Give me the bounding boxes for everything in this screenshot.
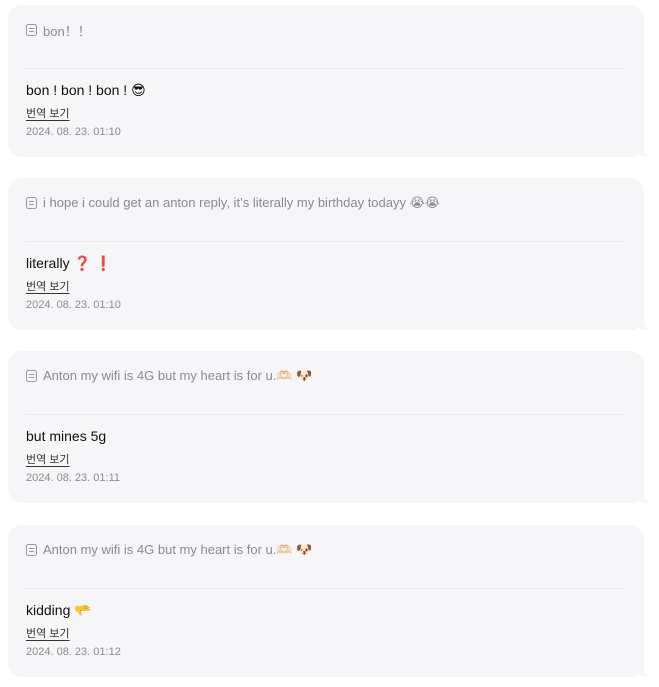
message-list: bon！！ bon ! bon ! bon ! 😎 번역 보기 2024. 08… xyxy=(0,0,659,687)
divider xyxy=(26,588,626,589)
translate-link[interactable]: 번역 보기 xyxy=(26,278,70,294)
timestamp: 2024. 08. 23. 01:10 xyxy=(26,299,121,311)
translate-link[interactable]: 번역 보기 xyxy=(26,625,70,641)
translate-link[interactable]: 번역 보기 xyxy=(26,105,70,121)
quoted-text: i hope i could get an anton reply, it’s … xyxy=(43,195,440,210)
divider xyxy=(26,241,626,242)
quoted-message: Anton my wifi is 4G but my heart is for … xyxy=(26,367,626,385)
reply-text: but mines 5g xyxy=(26,428,107,444)
reply-text: kidding 🫳 xyxy=(26,602,92,618)
divider xyxy=(26,68,626,69)
document-icon xyxy=(26,197,37,209)
timestamp: 2024. 08. 23. 01:11 xyxy=(26,472,120,484)
divider xyxy=(26,414,626,415)
reply-text: bon ! bon ! bon ! 😎 xyxy=(26,82,146,98)
quoted-text: Anton my wifi is 4G but my heart is for … xyxy=(43,368,313,383)
timestamp: 2024. 08. 23. 01:12 xyxy=(26,646,121,658)
message-card: i hope i could get an anton reply, it’s … xyxy=(8,178,652,330)
quoted-message: i hope i could get an anton reply, it’s … xyxy=(26,194,626,212)
quoted-text: Anton my wifi is 4G but my heart is for … xyxy=(43,542,313,557)
translate-link[interactable]: 번역 보기 xyxy=(26,451,70,467)
message-card: bon！！ bon ! bon ! bon ! 😎 번역 보기 2024. 08… xyxy=(8,5,652,157)
reply-text: literally ❓ ❗ xyxy=(26,255,113,271)
quoted-message: bon！！ xyxy=(26,21,626,39)
document-icon xyxy=(26,370,37,382)
document-icon xyxy=(26,24,37,36)
timestamp: 2024. 08. 23. 01:10 xyxy=(26,126,121,138)
document-icon xyxy=(26,544,37,556)
quoted-message: Anton my wifi is 4G but my heart is for … xyxy=(26,541,626,559)
quoted-text: bon！！ xyxy=(43,23,91,39)
message-card: Anton my wifi is 4G but my heart is for … xyxy=(8,351,652,503)
message-card: Anton my wifi is 4G but my heart is for … xyxy=(8,525,652,677)
